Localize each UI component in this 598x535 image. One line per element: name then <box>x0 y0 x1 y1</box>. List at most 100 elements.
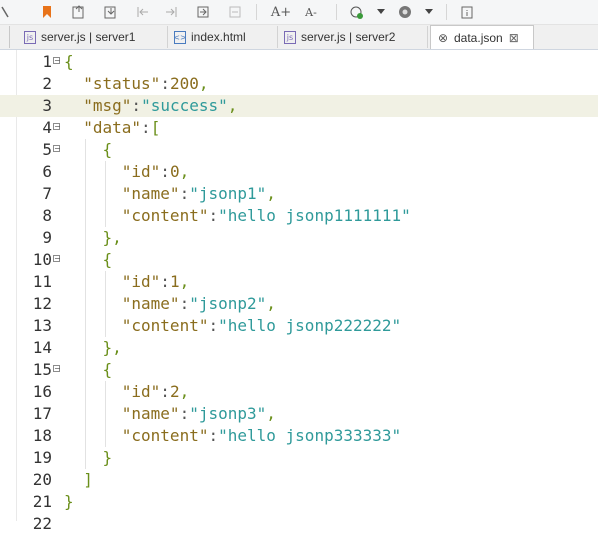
code-token: "jsonp3" <box>189 404 267 423</box>
code-token: "success" <box>141 96 228 115</box>
code-token: }, <box>102 228 122 247</box>
code-editor[interactable]: 1−{2 "status":200, 3 "msg":"success", 4− "dat… <box>0 50 598 533</box>
code-token: } <box>102 448 113 467</box>
tab-server1-js[interactable]: js server.js | server1 <box>18 26 168 48</box>
code-token: "data" <box>83 118 142 137</box>
line-number: 17 <box>32 404 52 423</box>
code-text: "content":"hello jsonp333333" <box>122 425 401 447</box>
line-number: 7 <box>42 184 52 203</box>
code-line[interactable]: 5− { <box>0 139 598 161</box>
code-token: , <box>198 74 209 93</box>
step-forward-icon[interactable] <box>162 3 180 21</box>
fold-toggle-icon[interactable]: − <box>53 57 61 65</box>
font-increase-icon[interactable]: A+ <box>270 3 292 21</box>
code-token: "content" <box>121 426 209 445</box>
code-line[interactable]: 9}, <box>0 227 598 249</box>
indent-guide <box>104 271 106 337</box>
tab-index-html[interactable]: <> index.html <box>168 26 278 48</box>
code-line[interactable]: 11 "id":1, <box>0 271 598 293</box>
code-line[interactable]: 21} <box>0 491 598 513</box>
js-file-icon: js <box>24 30 36 44</box>
dropdown-icon[interactable] <box>420 3 438 21</box>
code-line[interactable]: 20] <box>0 469 598 491</box>
code-line[interactable]: 22 <box>0 513 598 535</box>
fold-toggle-icon[interactable]: − <box>53 365 61 373</box>
code-text: ] <box>83 469 93 491</box>
indent-guide <box>104 381 106 447</box>
code-text: { <box>103 359 113 381</box>
code-token: "jsonp2" <box>189 294 267 313</box>
disabled-icon[interactable] <box>226 3 244 21</box>
tab-data-json[interactable]: ⊗ data.json ⊠ <box>430 25 534 49</box>
code-line[interactable]: 6 "id":0, <box>0 161 598 183</box>
toolbar: A+ A- <box>0 0 598 25</box>
code-line[interactable]: 18 "content":"hello jsonp333333" <box>0 425 598 447</box>
line-number: 9 <box>42 228 52 247</box>
info-icon[interactable] <box>458 3 476 21</box>
code-token: , <box>179 382 190 401</box>
font-decrease-icon[interactable]: A- <box>300 3 322 21</box>
code-line[interactable]: 10− { <box>0 249 598 271</box>
code-token: , <box>179 162 190 181</box>
code-line[interactable]: 2 "status":200, <box>0 73 598 95</box>
code-line[interactable]: 4− "data":[ <box>0 117 598 139</box>
export-icon[interactable] <box>102 3 120 21</box>
code-text: "id":1, <box>122 271 189 293</box>
code-token: : <box>160 74 170 93</box>
line-number: 10 <box>32 250 52 269</box>
code-text: { <box>103 139 113 161</box>
code-token: "name" <box>121 404 180 423</box>
code-token: : <box>208 206 219 225</box>
code-token: 200 <box>169 74 199 93</box>
import-icon[interactable] <box>70 3 88 21</box>
code-text: }, <box>103 227 122 249</box>
code-token: "id" <box>121 382 161 401</box>
browser-icon[interactable] <box>396 3 414 21</box>
code-line[interactable]: 7 "name":"jsonp1", <box>0 183 598 205</box>
code-token: { <box>102 360 113 379</box>
code-token: , <box>266 184 276 203</box>
close-icon[interactable]: ⊠ <box>509 31 519 45</box>
code-token: : <box>179 184 190 203</box>
code-token: "hello jsonp333333" <box>218 426 402 445</box>
code-token: }, <box>102 338 122 357</box>
line-number: 5 <box>42 140 52 159</box>
code-text: }, <box>103 337 122 359</box>
code-line[interactable]: 14}, <box>0 337 598 359</box>
bookmark-icon[interactable] <box>38 3 56 21</box>
code-token: "name" <box>121 294 180 313</box>
line-number: 21 <box>32 492 52 511</box>
code-token: : <box>160 382 170 401</box>
code-line[interactable]: 12 "name":"jsonp2", <box>0 293 598 315</box>
code-line[interactable]: 13 "content":"hello jsonp222222" <box>0 315 598 337</box>
code-text: "name":"jsonp3", <box>122 403 276 425</box>
code-text: "data":[ <box>83 117 160 139</box>
dropdown-icon[interactable] <box>372 3 390 21</box>
code-line[interactable]: 16 "id":2, <box>0 381 598 403</box>
code-token: : <box>160 162 170 181</box>
code-token: { <box>64 52 74 71</box>
code-line[interactable]: 19} <box>0 447 598 469</box>
step-back-icon[interactable] <box>134 3 152 21</box>
insert-icon[interactable] <box>194 3 212 21</box>
fold-toggle-icon[interactable]: − <box>53 255 61 263</box>
code-text: "name":"jsonp2", <box>122 293 276 315</box>
fold-toggle-icon[interactable]: − <box>53 145 61 153</box>
code-token: "jsonp1" <box>189 184 267 203</box>
fold-toggle-icon[interactable]: − <box>53 123 61 131</box>
js-file-icon: js <box>284 30 296 44</box>
tab-overflow-stub[interactable] <box>0 26 10 48</box>
code-line[interactable]: 17 "name":"jsonp3", <box>0 403 598 425</box>
code-line[interactable]: 15− { <box>0 359 598 381</box>
tab-label: data.json <box>454 30 503 45</box>
tab-server2-js[interactable]: js server.js | server2 <box>278 26 428 48</box>
toolbar-separator <box>336 4 337 20</box>
code-line[interactable]: 8 "content":"hello jsonp1111111" <box>0 205 598 227</box>
wand-icon[interactable] <box>0 3 14 21</box>
code-line[interactable]: 3 "msg":"success", <box>0 95 598 117</box>
line-number: 8 <box>42 206 52 225</box>
code-token: : <box>208 426 219 445</box>
code-token: : <box>141 118 151 137</box>
code-line[interactable]: 1−{ <box>0 51 598 73</box>
run-icon[interactable] <box>348 3 366 21</box>
